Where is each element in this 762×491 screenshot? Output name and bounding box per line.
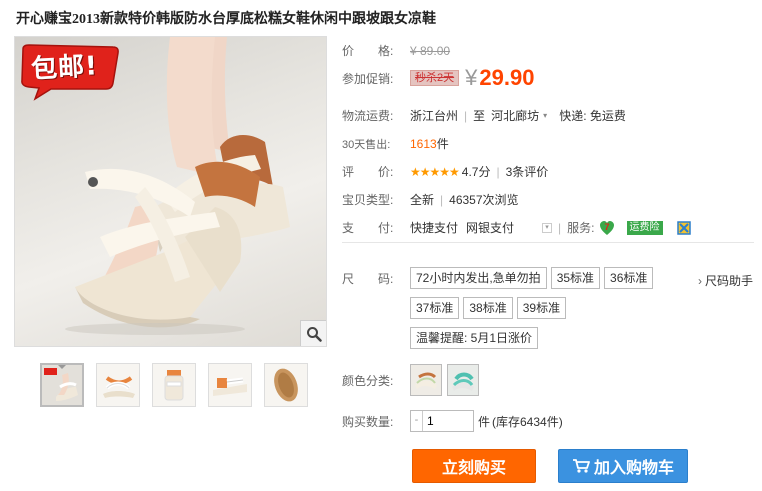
payment-row: 支 付: 快捷支付 网银支付 ▾ | 服务: 7 运费险 bbox=[342, 219, 691, 236]
promo-tag: 秒杀2天 bbox=[410, 70, 460, 86]
price-label: 价 格: bbox=[342, 44, 394, 58]
color-option-2[interactable] bbox=[447, 364, 479, 396]
quantity-label: 购买数量: bbox=[342, 414, 394, 429]
size-option-35[interactable]: 35标准 bbox=[550, 267, 601, 289]
quantity-unit: 件 bbox=[478, 414, 491, 429]
thumbnail-image bbox=[97, 364, 139, 406]
color-row: 颜色分类: bbox=[342, 364, 484, 396]
size-option-39[interactable]: 39标准 bbox=[516, 297, 567, 319]
shipping-from: 浙江台州 bbox=[410, 109, 459, 123]
rating-row: 评 价: ★★★★★ 4.7分 | 3条评价 bbox=[342, 163, 548, 180]
guarantee-icon[interactable] bbox=[676, 220, 691, 235]
color-option-1[interactable] bbox=[410, 364, 442, 396]
seven-day-return-icon[interactable]: 7 bbox=[599, 220, 615, 236]
magnifier-icon bbox=[306, 326, 322, 342]
size-option-reminder[interactable]: 温馨提醒: 5月1日涨价 bbox=[410, 327, 539, 349]
quantity-stepper: - bbox=[410, 410, 474, 432]
expand-icon[interactable]: ▾ bbox=[542, 222, 553, 233]
rating-label: 评 价: bbox=[342, 165, 394, 179]
thumbnail-image bbox=[153, 364, 195, 406]
sales-label: 30天售出: bbox=[342, 138, 391, 151]
buy-now-button[interactable]: 立刻购买 bbox=[412, 449, 536, 483]
promo-currency: ¥ bbox=[465, 65, 478, 90]
service-label: 服务: bbox=[567, 221, 595, 235]
sales-unit: 件 bbox=[436, 137, 449, 151]
payment-label: 支 付: bbox=[342, 221, 394, 235]
price-row: 价 格: ¥ 89.00 bbox=[342, 42, 450, 59]
chevron-down-icon[interactable]: ▾ bbox=[543, 111, 547, 120]
size-options: 72小时内发出,急单勿拍 35标准 36标准 37标准 38标准 39标准温馨提醒: 5月… bbox=[410, 267, 700, 357]
review-count-link[interactable]: 3条评价 bbox=[506, 163, 549, 180]
shipping-express: 快递: 免运费 bbox=[559, 109, 626, 123]
promo-label: 参加促销: bbox=[342, 71, 394, 86]
thumbnail-image bbox=[42, 365, 82, 405]
separator: | bbox=[464, 108, 468, 123]
promo-row: 参加促销: 秒杀2天 ¥ 29.90 bbox=[342, 65, 534, 91]
view-count: 46357次浏览 bbox=[449, 193, 519, 207]
thumbnail-3[interactable] bbox=[152, 363, 196, 407]
thumbnail-image bbox=[265, 364, 307, 406]
add-to-cart-button[interactable]: 加入购物车 bbox=[558, 449, 688, 483]
buy-now-label: 立刻购买 bbox=[441, 460, 506, 477]
shipping-destination[interactable]: 河北廊坊 bbox=[491, 107, 539, 124]
separator: | bbox=[558, 220, 562, 235]
cart-icon bbox=[572, 459, 590, 473]
item-type-row: 宝贝类型: 全新 | 46357次浏览 bbox=[342, 191, 519, 208]
color-label: 颜色分类: bbox=[342, 373, 394, 388]
item-condition: 全新 bbox=[410, 193, 435, 207]
item-type-label: 宝贝类型: bbox=[342, 193, 394, 207]
thumbnail-image bbox=[209, 364, 251, 406]
stock-count: (库存6434件) bbox=[492, 414, 563, 429]
shipping-row: 物流运费: 浙江台州 | 至 河北廊坊 ▾ 快递: 免运费 bbox=[342, 107, 626, 124]
size-option-36[interactable]: 36标准 bbox=[604, 267, 654, 289]
size-option-urgent[interactable]: 72小时内发出,急单勿拍 bbox=[410, 267, 547, 289]
quantity-decrease-button[interactable]: - bbox=[411, 411, 423, 431]
svg-text:7: 7 bbox=[604, 222, 609, 232]
thumbnail-2[interactable] bbox=[96, 363, 140, 407]
product-title: 开心赚宝2013新款特价韩版防水台厚底松糕女鞋休闲中跟坡跟女凉鞋 bbox=[16, 12, 436, 27]
shipping-label: 物流运费: bbox=[342, 109, 394, 123]
sales-row: 30天售出: 1613 件 bbox=[342, 135, 449, 152]
add-to-cart-label: 加入购物车 bbox=[593, 460, 674, 477]
promo-price: 29.90 bbox=[479, 65, 535, 90]
freight-insurance-badge[interactable]: 运费险 bbox=[626, 220, 663, 235]
shipping-to-prefix: 至 bbox=[473, 109, 486, 123]
color-swatch-image bbox=[411, 365, 441, 395]
thumbnail-4[interactable] bbox=[208, 363, 252, 407]
color-swatch-image bbox=[448, 365, 478, 395]
payment-method-quick: 快捷支付 bbox=[410, 221, 459, 235]
size-label-row: 尺 码: bbox=[342, 270, 410, 287]
size-option-38[interactable]: 38标准 bbox=[463, 297, 513, 319]
rating-score: 4.7分 bbox=[461, 165, 491, 179]
original-price: ¥ 89.00 bbox=[410, 43, 451, 58]
sales-count: 1613 bbox=[410, 136, 437, 151]
badge-text: 包邮! bbox=[30, 51, 99, 85]
thumbnail-1[interactable] bbox=[40, 363, 84, 407]
size-label: 尺 码: bbox=[342, 272, 394, 286]
divider bbox=[342, 242, 754, 243]
size-option-37[interactable]: 37标准 bbox=[410, 297, 460, 319]
quantity-row: 购买数量: - 件 (库存6434件) bbox=[342, 410, 563, 432]
quantity-input[interactable] bbox=[423, 411, 463, 431]
thumbnail-strip bbox=[40, 363, 308, 407]
main-product-image[interactable]: 包邮! bbox=[14, 36, 327, 347]
separator: | bbox=[440, 192, 444, 207]
size-helper-label: 尺码助手 bbox=[705, 274, 754, 288]
chevron-right-icon: › bbox=[698, 274, 702, 288]
rating-stars-icon: ★★★★★ bbox=[410, 164, 460, 179]
payment-method-bank: 网银支付 bbox=[466, 221, 515, 235]
thumbnail-5[interactable] bbox=[264, 363, 308, 407]
size-helper-link[interactable]: › 尺码助手 bbox=[698, 272, 753, 289]
zoom-button[interactable] bbox=[300, 320, 326, 346]
separator: | bbox=[496, 164, 500, 179]
